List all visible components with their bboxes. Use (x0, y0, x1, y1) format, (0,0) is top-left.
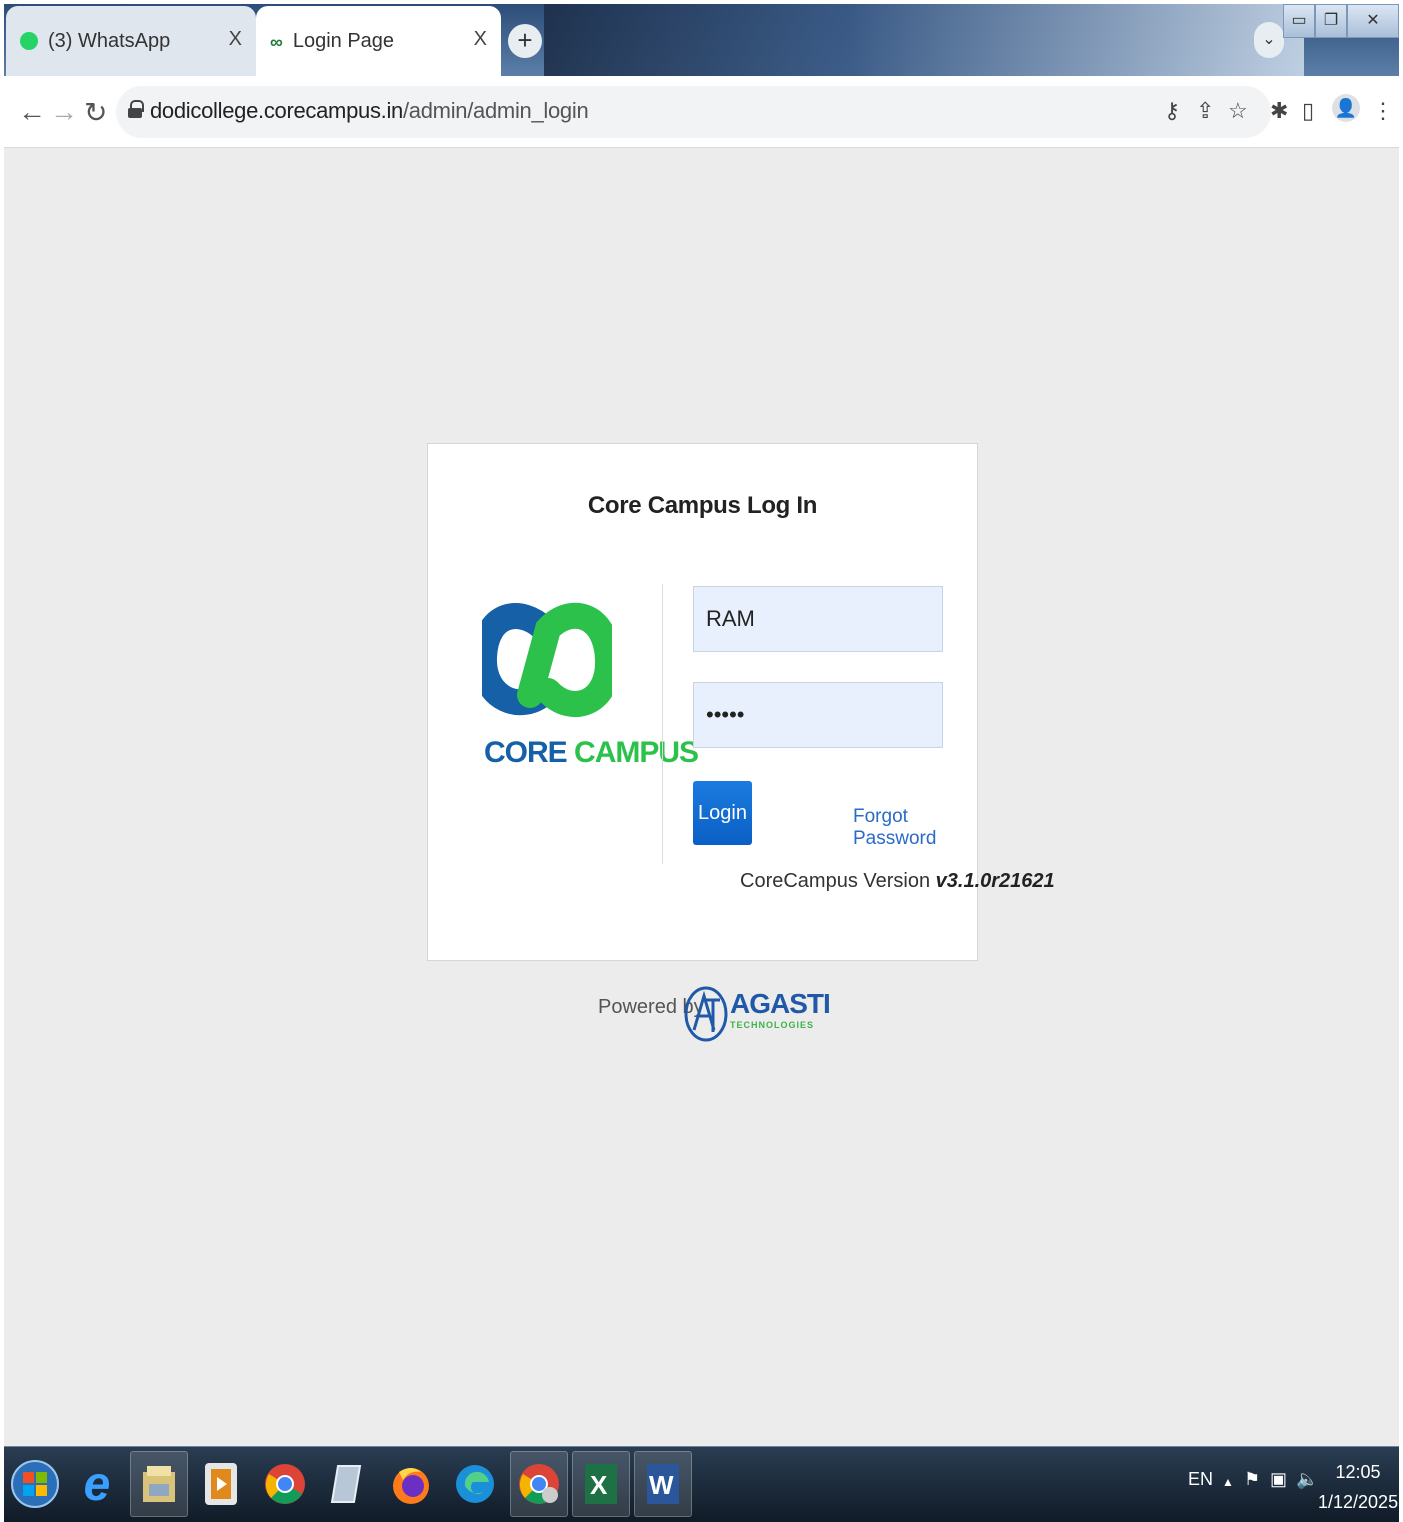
reload-icon[interactable]: ↻ (84, 96, 107, 129)
tab-search-button[interactable]: ⌄ (1254, 22, 1284, 58)
tab-whatsapp[interactable]: (3) WhatsApp X (6, 6, 256, 76)
browser-toolbar: ← → ↻ dodicollege.corecampus.in/admin/ad… (4, 76, 1399, 148)
back-arrow-icon[interactable]: ← (18, 96, 46, 128)
excel-icon: X (585, 1464, 617, 1504)
internet-explorer-icon: e (83, 1457, 111, 1511)
lock-icon[interactable] (128, 100, 144, 118)
taskbar-excel[interactable]: X (572, 1451, 630, 1517)
star-icon[interactable]: ☆ (1228, 98, 1248, 124)
version-info: CoreCampus Version v3.1.0r21621 (740, 870, 1055, 893)
taskbar-chrome[interactable] (256, 1451, 314, 1517)
taskbar-explorer[interactable] (130, 1451, 188, 1517)
volume-icon[interactable]: 🔈 (1296, 1469, 1318, 1490)
edge-icon (456, 1465, 494, 1503)
url-host: dodicollege.corecampus.in (150, 98, 403, 123)
close-window-button[interactable]: ✕ (1347, 4, 1399, 38)
document-app-icon (330, 1465, 362, 1503)
forward-arrow-icon[interactable]: → (50, 96, 78, 128)
url-text[interactable]: dodicollege.corecampus.in/admin/admin_lo… (150, 98, 589, 124)
username-input[interactable] (693, 586, 943, 652)
url-path: /admin/admin_login (403, 98, 589, 123)
minimize-button[interactable]: ▭ (1283, 4, 1315, 38)
share-icon[interactable]: ⇪ (1196, 98, 1214, 124)
profile-avatar-icon[interactable]: 👤 (1332, 94, 1360, 122)
login-button[interactable]: Login (693, 781, 752, 845)
chrome-profile-icon (519, 1464, 559, 1504)
logo-wordmark: CORE CAMPUS (484, 736, 699, 770)
tab-title: (3) WhatsApp (48, 29, 171, 52)
logo-word-core: CORE (484, 736, 568, 769)
media-player-icon (205, 1463, 237, 1505)
clock-date: 1/12/2025 (1318, 1492, 1399, 1512)
taskbar-clock[interactable]: 12:05 1/12/2025 (1318, 1457, 1398, 1517)
corecampus-icon: ∞ (270, 32, 283, 52)
card-divider (662, 584, 663, 864)
network-icon[interactable]: ▣ (1270, 1469, 1287, 1490)
agasti-brand: AGASTI (730, 988, 831, 1019)
side-panel-icon[interactable]: ▯ (1302, 98, 1314, 124)
restore-button[interactable]: ❐ (1315, 4, 1347, 38)
taskbar-firefox[interactable] (382, 1451, 440, 1517)
extensions-icon[interactable]: ✱ (1270, 98, 1288, 124)
chrome-icon (265, 1464, 305, 1504)
word-icon: W (647, 1464, 679, 1504)
tab-login-page[interactable]: ∞ Login Page X (256, 6, 501, 76)
windows-orb-icon (11, 1460, 59, 1508)
taskbar-chrome-profile[interactable] (510, 1451, 568, 1517)
action-center-flag-icon[interactable]: ⚑ (1244, 1469, 1260, 1490)
taskbar-word[interactable]: W (634, 1451, 692, 1517)
clock-time: 12:05 (1335, 1462, 1381, 1482)
agasti-sub: TECHNOLOGIES (730, 1020, 815, 1030)
tab-close-icon[interactable]: X (474, 28, 487, 51)
key-icon[interactable]: ⚷ (1164, 98, 1180, 124)
start-button[interactable] (6, 1451, 64, 1517)
menu-kebab-icon[interactable]: ⋮ (1372, 98, 1394, 124)
svg-text:X: X (590, 1470, 608, 1500)
whatsapp-icon (20, 32, 38, 50)
logo-word-campus: CAMPUS (574, 736, 699, 769)
version-value: v3.1.0r21621 (935, 870, 1055, 892)
login-title: Core Campus Log In (587, 492, 818, 519)
new-tab-button[interactable]: + (508, 24, 542, 58)
address-bar[interactable]: dodicollege.corecampus.in/admin/admin_lo… (116, 86, 1271, 138)
window-controls: ▭ ❐ ✕ (1283, 4, 1399, 44)
taskbar-edge[interactable] (446, 1451, 504, 1517)
taskbar-app[interactable] (318, 1451, 376, 1517)
firefox-icon (393, 1468, 429, 1504)
taskbar-ie[interactable]: e (68, 1451, 126, 1517)
tab-bar-background (544, 4, 1304, 76)
file-explorer-icon (143, 1466, 175, 1502)
version-label: CoreCampus Version (740, 870, 931, 892)
screen: (3) WhatsApp X ∞ Login Page X + ⌄ ▭ ❐ ✕ … (4, 4, 1399, 1522)
windows-taskbar: e X W EN ▲ ⚑ ▣ 🔈 12:05 1/12/2025 (4, 1446, 1399, 1522)
tab-close-icon[interactable]: X (229, 28, 242, 51)
taskbar-media[interactable] (192, 1451, 250, 1517)
svg-text:W: W (649, 1470, 674, 1500)
forgot-password-link[interactable]: Forgot Password (853, 806, 977, 850)
tray-expand-icon[interactable]: ▲ (1222, 1475, 1234, 1489)
browser-tab-bar: (3) WhatsApp X ∞ Login Page X + ⌄ ▭ ❐ ✕ (4, 4, 1399, 76)
login-card: Core Campus Log In CORE CAMPUS Login For… (427, 443, 1055, 961)
language-indicator[interactable]: EN (1188, 1469, 1213, 1490)
password-input[interactable] (693, 682, 943, 748)
tab-title: Login Page (292, 29, 395, 52)
